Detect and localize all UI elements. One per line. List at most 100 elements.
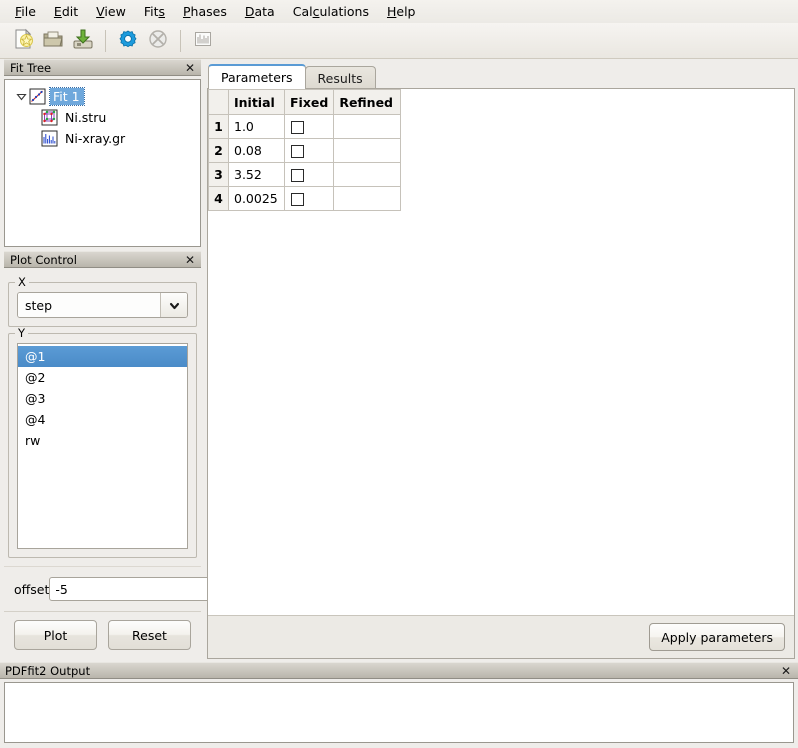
list-item[interactable]: @4 — [18, 409, 187, 430]
cell-refined[interactable] — [334, 139, 401, 163]
tree-node-ni-xray-gr-label: Ni-xray.gr — [62, 130, 129, 147]
right-panel-column: Parameters Results Initial Fixed Refined — [205, 59, 798, 662]
offset-label: offset — [14, 582, 49, 597]
close-icon[interactable]: ✕ — [779, 664, 793, 678]
cell-initial[interactable]: 0.0025 — [229, 187, 285, 211]
column-header-initial[interactable]: Initial — [229, 90, 285, 115]
pdffit2-output-text[interactable] — [4, 682, 794, 743]
menu-file[interactable]: File — [6, 2, 45, 22]
table-row[interactable]: 3 3.52 — [209, 163, 401, 187]
menu-edit[interactable]: Edit — [45, 2, 87, 22]
cell-refined[interactable] — [334, 115, 401, 139]
fixed-checkbox[interactable] — [291, 145, 304, 158]
chevron-down-icon[interactable] — [13, 89, 29, 105]
tab-results[interactable]: Results — [305, 66, 376, 89]
cell-fixed[interactable] — [285, 163, 334, 187]
plot-control-panel: Plot Control ✕ X step Y @1 — [0, 251, 205, 662]
fixed-checkbox[interactable] — [291, 169, 304, 182]
run-fit-button[interactable] — [113, 26, 143, 56]
row-header[interactable]: 1 — [209, 115, 229, 139]
menu-phases-post: hases — [191, 4, 227, 19]
x-axis-group-label: X — [15, 276, 29, 289]
fit-tree-panel: Fit Tree ✕ — [0, 59, 205, 251]
chevron-down-icon[interactable] — [160, 293, 187, 317]
cell-refined[interactable] — [334, 187, 401, 211]
list-item[interactable]: rw — [18, 430, 187, 451]
menu-data[interactable]: Data — [236, 2, 284, 22]
save-button[interactable] — [68, 26, 98, 56]
parameters-table[interactable]: Initial Fixed Refined 1 1.0 — [208, 89, 401, 211]
row-header[interactable]: 3 — [209, 163, 229, 187]
menu-fits[interactable]: Fits — [135, 2, 174, 22]
save-disk-icon — [72, 28, 94, 53]
y-axis-groupbox: Y @1 @2 @3 @4 rw — [8, 333, 197, 558]
apply-bar: Apply parameters — [208, 615, 794, 658]
parameters-grid-wrap: Initial Fixed Refined 1 1.0 — [208, 89, 794, 615]
row-header[interactable]: 4 — [209, 187, 229, 211]
offset-input[interactable] — [49, 577, 217, 601]
column-header-refined[interactable]: Refined — [334, 90, 401, 115]
menu-calculations[interactable]: Calculations — [284, 2, 378, 22]
menu-help[interactable]: Help — [378, 2, 425, 22]
tree-node-ni-stru-label: Ni.stru — [62, 109, 110, 126]
pdffit2-output-titlebar: PDFfit2 Output ✕ — [0, 662, 798, 679]
menu-data-post: ata — [254, 4, 274, 19]
main-area: Fit Tree ✕ — [0, 59, 798, 662]
plot-button[interactable] — [188, 26, 218, 56]
fit-tree-title: Fit Tree — [10, 61, 183, 75]
stop-fit-button[interactable] — [143, 26, 173, 56]
cell-initial[interactable]: 3.52 — [229, 163, 285, 187]
x-axis-combo-value: step — [18, 293, 160, 317]
pdffit2-output-title: PDFfit2 Output — [5, 664, 779, 678]
close-icon[interactable]: ✕ — [183, 253, 197, 267]
menu-view[interactable]: View — [87, 2, 135, 22]
menu-calculations-pre: Cal — [293, 4, 313, 19]
menu-file-post: ile — [21, 4, 36, 19]
table-row[interactable]: 2 0.08 — [209, 139, 401, 163]
menu-phases[interactable]: Phases — [174, 2, 236, 22]
table-row[interactable]: 1 1.0 — [209, 115, 401, 139]
list-item[interactable]: @3 — [18, 388, 187, 409]
apply-parameters-button[interactable]: Apply parameters — [649, 623, 785, 651]
table-row[interactable]: 4 0.0025 — [209, 187, 401, 211]
row-header[interactable]: 2 — [209, 139, 229, 163]
tree-node-ni-stru[interactable]: Ni.stru — [7, 107, 198, 128]
cell-refined[interactable] — [334, 163, 401, 187]
tab-parameters[interactable]: Parameters — [208, 64, 306, 89]
menu-calculations-post: ulations — [319, 4, 369, 19]
fixed-checkbox[interactable] — [291, 121, 304, 134]
plot-control-titlebar: Plot Control ✕ — [4, 251, 201, 268]
list-item[interactable]: @2 — [18, 367, 187, 388]
tree-node-fit-1-label: Fit 1 — [50, 88, 84, 105]
notebook-tabstrip: Parameters Results — [207, 62, 795, 89]
close-icon[interactable]: ✕ — [183, 61, 197, 75]
cell-fixed[interactable] — [285, 115, 334, 139]
y-axis-listbox[interactable]: @1 @2 @3 @4 rw — [17, 343, 188, 549]
cell-fixed[interactable] — [285, 187, 334, 211]
tree-node-ni-xray-gr[interactable]: Ni-xray.gr — [7, 128, 198, 149]
reset-button[interactable]: Reset — [108, 620, 191, 650]
cell-initial[interactable]: 1.0 — [229, 115, 285, 139]
tree-node-fit-1[interactable]: Fit 1 — [7, 86, 198, 107]
plot-button[interactable]: Plot — [14, 620, 97, 650]
stop-circle-icon — [147, 28, 169, 53]
cell-fixed[interactable] — [285, 139, 334, 163]
x-axis-combo[interactable]: step — [17, 292, 188, 318]
bar-plot-icon — [192, 28, 214, 53]
plot-control-body: X step Y @1 @2 @3 @4 rw — [4, 268, 201, 662]
menu-phases-key: P — [183, 4, 191, 19]
column-header-fixed[interactable]: Fixed — [285, 90, 334, 115]
open-button[interactable] — [38, 26, 68, 56]
menu-fits-pre: Fit — [144, 4, 159, 19]
new-fit-button[interactable] — [8, 26, 38, 56]
cell-initial[interactable]: 0.08 — [229, 139, 285, 163]
fit-tree-titlebar: Fit Tree ✕ — [4, 59, 201, 76]
list-item[interactable]: @1 — [18, 346, 187, 367]
pdffit2-output-panel: PDFfit2 Output ✕ — [0, 662, 798, 748]
parameters-page: Initial Fixed Refined 1 1.0 — [207, 88, 795, 659]
grid-corner[interactable] — [209, 90, 229, 115]
fixed-checkbox[interactable] — [291, 193, 304, 206]
menu-edit-post: dit — [62, 4, 78, 19]
fit-tree-body[interactable]: Fit 1 — [4, 79, 201, 247]
y-axis-group-label: Y — [15, 327, 28, 340]
